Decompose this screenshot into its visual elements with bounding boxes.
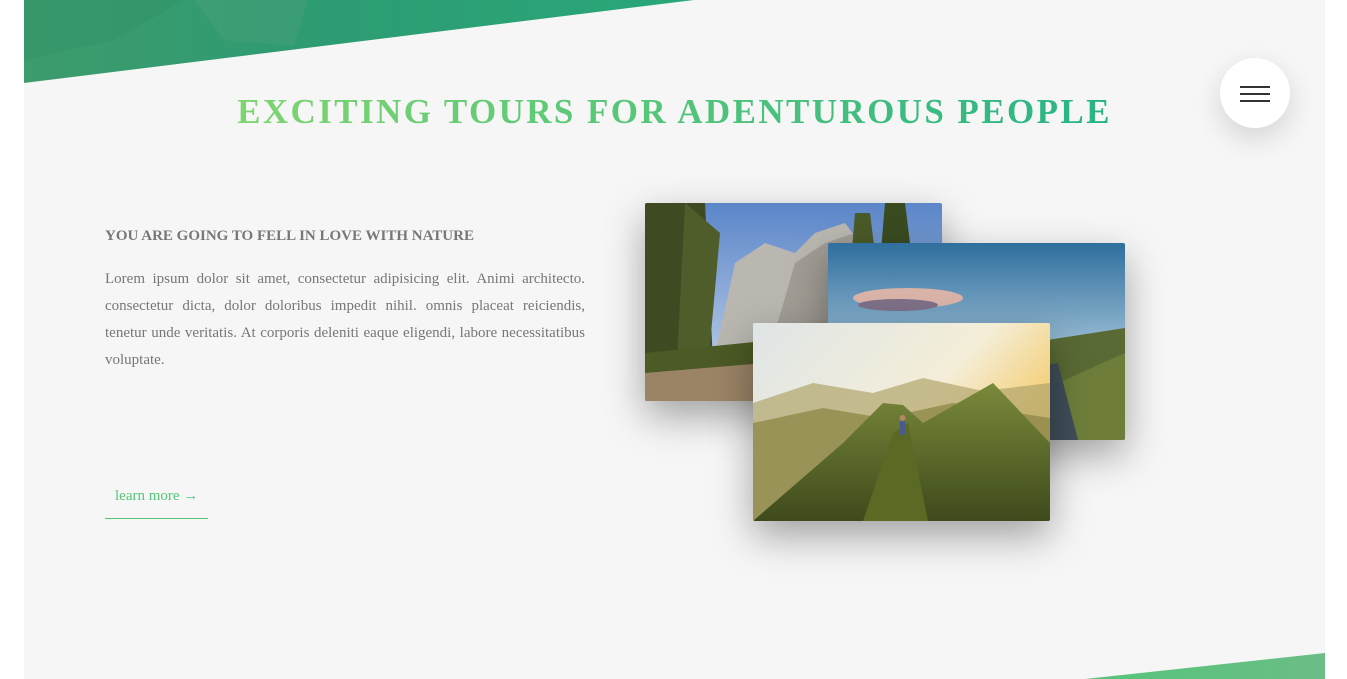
section-title-text: EXCITING TOURS FOR ADENTUROUS PEOPLE [237,92,1112,131]
hamburger-menu-icon-middle [1240,93,1270,95]
hamburger-menu-icon [1240,86,1270,88]
learn-more-link[interactable]: learn more → [105,480,209,519]
hamburger-menu-icon-bottom [1240,100,1270,102]
section-title: EXCITING TOURS FOR ADENTUROUS PEOPLE [24,88,1325,136]
about-paragraph: Lorem ipsum dolor sit amet, consectetur … [105,271,585,368]
about-heading: YOU ARE GOING TO FELL IN LOVE WITH NATUR… [105,228,474,244]
footer-image-edge [1085,653,1325,679]
hero-image-edge [24,0,694,83]
features-section: EXCITING TOURS FOR ADENTUROUS PEOPLE YOU… [24,0,1325,679]
about-text: YOU ARE GOING TO FELL IN LOVE WITH NATUR… [105,224,585,374]
navigation-menu-button[interactable] [1220,58,1290,128]
mountain-ridge-hiker-photo[interactable] [753,323,1050,521]
